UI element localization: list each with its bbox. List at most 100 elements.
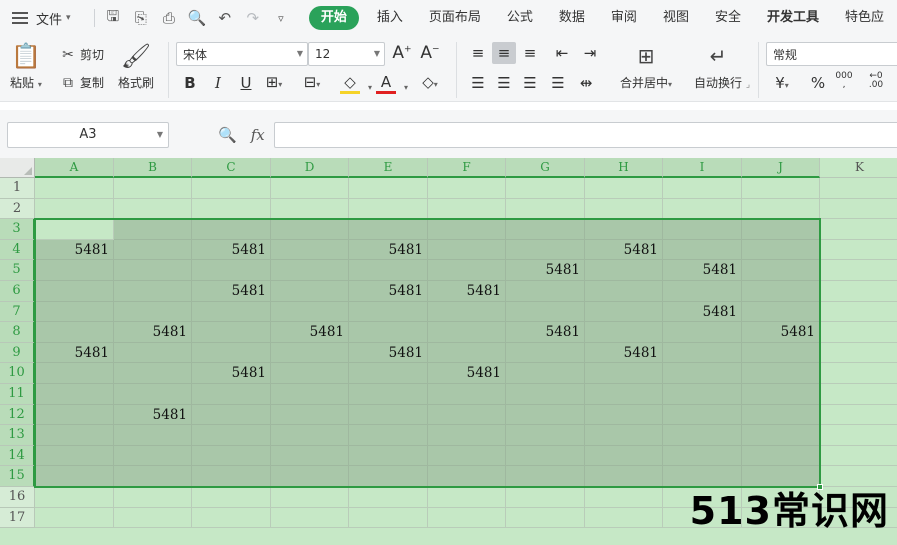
zoom-formula-icon[interactable]: 🔍 (218, 126, 237, 144)
cell-b6[interactable] (114, 280, 192, 302)
cell-k11[interactable] (820, 384, 897, 405)
cell-i12[interactable] (663, 404, 742, 426)
cell-d17[interactable] (271, 507, 349, 529)
column-header-f[interactable]: F (428, 158, 506, 178)
cell-a5[interactable] (35, 260, 114, 281)
cell-f14[interactable] (428, 445, 506, 467)
cell-g17[interactable] (506, 507, 585, 529)
cell-b14[interactable] (114, 445, 192, 467)
customize-toolbar-icon[interactable]: ▿ (267, 6, 295, 30)
column-header-h[interactable]: H (585, 158, 663, 178)
cell-k9[interactable] (820, 343, 897, 364)
cell-i13[interactable] (663, 425, 742, 446)
italic-icon[interactable]: I (208, 74, 228, 92)
cell-c2[interactable] (192, 198, 271, 220)
cell-a16[interactable] (35, 486, 114, 508)
cell-f6[interactable]: 5481 (428, 280, 506, 302)
tab-special[interactable]: 特色应 (832, 6, 897, 30)
function-icon[interactable]: fx (251, 126, 265, 144)
cell-h15[interactable] (585, 466, 663, 487)
cell-e2[interactable] (349, 198, 428, 220)
cell-h11[interactable] (585, 383, 663, 405)
cell-k4[interactable] (820, 240, 897, 261)
column-header-k[interactable]: K (820, 158, 897, 178)
cell-e14[interactable] (349, 445, 428, 467)
cell-f8[interactable] (428, 322, 506, 343)
cell-f17[interactable] (428, 507, 506, 529)
cell-b4[interactable] (114, 239, 192, 261)
row-header-7[interactable]: 7 (0, 301, 35, 323)
column-header-b[interactable]: B (114, 158, 192, 178)
cell-i11[interactable] (663, 383, 742, 405)
cell-d10[interactable] (271, 363, 349, 384)
cell-d7[interactable] (271, 301, 349, 323)
row-header-3[interactable]: 3 (0, 219, 35, 240)
percent-icon[interactable]: % (808, 74, 828, 92)
cell-e12[interactable] (349, 404, 428, 426)
cell-i9[interactable] (663, 342, 742, 364)
cell-b16[interactable] (114, 486, 192, 508)
thousands-separator-icon[interactable]: 000, (834, 72, 854, 90)
tab-developer[interactable]: 开发工具 (754, 6, 832, 30)
cell-k12[interactable] (820, 405, 897, 426)
cell-d13[interactable] (271, 425, 349, 446)
align-bottom-icon[interactable]: ≡ (520, 44, 540, 62)
cell-j12[interactable] (742, 404, 820, 426)
cell-k1[interactable] (820, 178, 897, 199)
align-top-icon[interactable]: ≡ (468, 44, 488, 62)
tab-page-layout[interactable]: 页面布局 (416, 6, 494, 30)
tab-security[interactable]: 安全 (702, 6, 754, 30)
cell-j14[interactable] (742, 445, 820, 467)
cell-f15[interactable] (428, 466, 506, 487)
cell-e7[interactable] (349, 301, 428, 323)
cell-g12[interactable] (506, 404, 585, 426)
format-painter-button[interactable]: 🖌 格式刷 (118, 42, 154, 91)
cell-e4[interactable]: 5481 (349, 239, 428, 261)
cell-j5[interactable] (742, 260, 820, 281)
cell-h4[interactable]: 5481 (585, 239, 663, 261)
cell-h16[interactable] (585, 486, 663, 508)
cell-c14[interactable] (192, 445, 271, 467)
decrease-indent-icon[interactable]: ⇤ (552, 44, 572, 62)
cell-d5[interactable] (271, 260, 349, 281)
cell-g9[interactable] (506, 342, 585, 364)
name-box[interactable]: A3 ▼ (7, 122, 169, 148)
cell-e15[interactable] (349, 466, 428, 487)
cell-f5[interactable] (428, 260, 506, 281)
fill-color-icon[interactable]: ◇ (340, 73, 360, 94)
cell-h14[interactable] (585, 445, 663, 467)
row-header-15[interactable]: 15 (0, 466, 35, 487)
distributed-align-icon[interactable]: ⇹ (576, 74, 596, 92)
cell-b11[interactable] (114, 383, 192, 405)
cell-f16[interactable] (428, 486, 506, 508)
wrap-text-button[interactable]: ↵ 自动换行 (694, 42, 742, 91)
cell-g15[interactable] (506, 466, 585, 487)
cell-i4[interactable] (663, 239, 742, 261)
export-icon[interactable]: ⎘ (127, 6, 155, 30)
row-header-9[interactable]: 9 (0, 342, 35, 364)
cell-k13[interactable] (820, 425, 897, 446)
currency-icon[interactable]: ¥▾ (772, 74, 792, 92)
cell-a3[interactable] (35, 219, 114, 240)
font-color-icon[interactable]: A (376, 73, 396, 94)
cell-g6[interactable] (506, 280, 585, 302)
cell-a17[interactable] (35, 507, 114, 529)
tab-data[interactable]: 数据 (546, 6, 598, 30)
row-header-1[interactable]: 1 (0, 178, 35, 199)
cell-g16[interactable] (506, 486, 585, 508)
bold-icon[interactable]: B (180, 74, 200, 92)
cell-f2[interactable] (428, 198, 506, 220)
cell-h7[interactable] (585, 301, 663, 323)
cell-h6[interactable] (585, 280, 663, 302)
cell-c6[interactable]: 5481 (192, 280, 271, 302)
align-left-icon[interactable]: ☰ (468, 74, 488, 92)
copy-button[interactable]: ⧉ 复制 (60, 74, 104, 91)
merge-center-button[interactable]: ⊞ 合并居中▾ (620, 42, 672, 91)
cell-d1[interactable] (271, 178, 349, 199)
tab-review[interactable]: 审阅 (598, 6, 650, 30)
cell-g7[interactable] (506, 301, 585, 323)
cell-g13[interactable] (506, 425, 585, 446)
cell-e17[interactable] (349, 507, 428, 529)
increase-indent-icon[interactable]: ⇥ (580, 44, 600, 62)
decrease-font-icon[interactable]: A− (420, 43, 440, 63)
